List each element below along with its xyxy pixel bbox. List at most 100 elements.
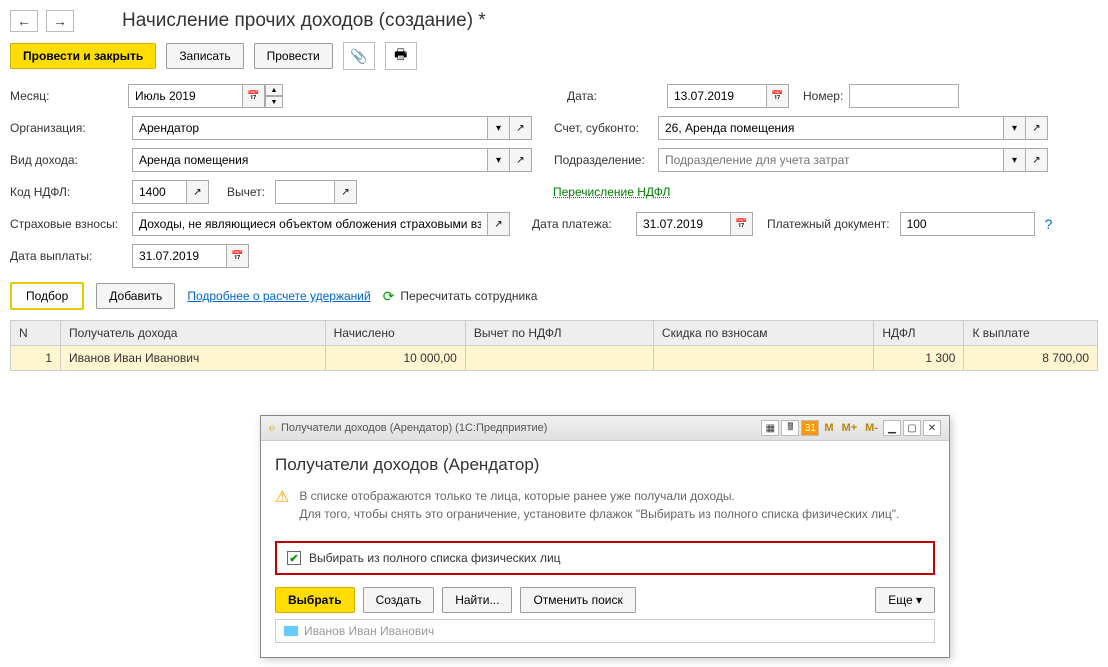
dialog-find-button[interactable]: Найти... [442, 587, 512, 613]
payment-doc-label: Платежный документ: [767, 217, 890, 231]
dialog-create-button[interactable]: Создать [363, 587, 435, 613]
payment-doc-input[interactable] [900, 212, 1035, 236]
table-header-row: N Получатель дохода Начислено Вычет по Н… [11, 321, 1098, 346]
month-input[interactable] [128, 84, 243, 108]
page-title: Начисление прочих доходов (создание) * [122, 10, 486, 32]
calendar-icon: 📅 [231, 251, 243, 262]
org-input[interactable] [132, 116, 488, 140]
checkbox-icon[interactable]: ✔ [287, 551, 301, 565]
list-item-text: Иванов Иван Иванович [304, 624, 434, 638]
titlebar-m-minus-button[interactable]: M- [862, 422, 881, 434]
ndfl-transfer-link[interactable]: Перечисление НДФЛ [553, 185, 670, 199]
help-icon[interactable]: ? [1045, 216, 1053, 232]
col-recipient[interactable]: Получатель дохода [61, 321, 326, 346]
ndfl-code-input[interactable] [132, 180, 187, 204]
titlebar-maximize-button[interactable]: ▢ [903, 420, 921, 436]
dialog-titlebar[interactable]: ℮ Получатели доходов (Арендатор) (1С:Пре… [261, 416, 949, 441]
contrib-open-button[interactable]: ↗ [488, 212, 510, 236]
dept-open-button[interactable]: ↗ [1026, 148, 1048, 172]
income-type-label: Вид дохода: [10, 153, 128, 167]
print-button[interactable]: 🖶 [385, 42, 417, 70]
open-icon: ↗ [516, 123, 524, 134]
refresh-icon: ⟳ [383, 288, 395, 305]
income-type-open-button[interactable]: ↗ [510, 148, 532, 172]
payout-date-input[interactable] [132, 244, 227, 268]
ndfl-code-label: Код НДФЛ: [10, 185, 128, 199]
payment-date-calendar-button[interactable]: 📅 [731, 212, 753, 236]
account-open-button[interactable]: ↗ [1026, 116, 1048, 140]
open-icon: ↗ [341, 187, 349, 198]
select-button[interactable]: Подбор [10, 282, 84, 310]
payout-date-calendar-button[interactable]: 📅 [227, 244, 249, 268]
payout-date-label: Дата выплаты: [10, 249, 128, 263]
dept-dropdown-button[interactable]: ▾ [1004, 148, 1026, 172]
deduction-open-button[interactable]: ↗ [335, 180, 357, 204]
income-type-dropdown-button[interactable]: ▾ [488, 148, 510, 172]
nav-forward-button[interactable]: → [46, 10, 74, 32]
open-icon: ↗ [193, 187, 201, 198]
titlebar-m-button[interactable]: M [821, 422, 836, 434]
recalc-button[interactable]: ⟳ Пересчитать сотрудника [383, 288, 538, 305]
spinner-down-icon[interactable]: ▼ [265, 96, 283, 108]
recipients-table: N Получатель дохода Начислено Вычет по Н… [10, 320, 1098, 371]
calc-details-link[interactable]: Подробнее о расчете удержаний [187, 289, 370, 303]
col-ndfl[interactable]: НДФЛ [874, 321, 964, 346]
cell-n: 1 [11, 346, 61, 371]
deduction-label: Вычет: [227, 185, 265, 199]
payment-date-input[interactable] [636, 212, 731, 236]
month-calendar-button[interactable]: 📅 [243, 84, 265, 108]
attach-button[interactable]: 📎 [343, 42, 375, 70]
date-calendar-button[interactable]: 📅 [767, 84, 789, 108]
submit-button[interactable]: Провести [254, 43, 333, 69]
payment-date-label: Дата платежа: [532, 217, 632, 231]
cell-recipient: Иванов Иван Иванович [61, 346, 326, 371]
ndfl-code-open-button[interactable]: ↗ [187, 180, 209, 204]
titlebar-m-plus-button[interactable]: M+ [839, 422, 861, 434]
col-ndfl-deduct[interactable]: Вычет по НДФЛ [465, 321, 653, 346]
deduction-input[interactable] [275, 180, 335, 204]
col-payout[interactable]: К выплате [964, 321, 1098, 346]
contrib-label: Страховые взносы: [10, 217, 128, 231]
col-contrib-disc[interactable]: Скидка по взносам [653, 321, 873, 346]
dialog-warning-text: В списке отображаются только те лица, ко… [299, 487, 899, 523]
account-label: Счет, субконто: [554, 121, 654, 135]
contrib-input[interactable] [132, 212, 488, 236]
org-open-button[interactable]: ↗ [510, 116, 532, 140]
dialog-select-button[interactable]: Выбрать [275, 587, 355, 613]
dialog-cancel-search-button[interactable]: Отменить поиск [520, 587, 635, 613]
org-label: Организация: [10, 121, 128, 135]
full-list-checkbox-row[interactable]: ✔ Выбирать из полного списка физических … [275, 541, 935, 575]
date-label: Дата: [567, 89, 667, 103]
income-type-input[interactable] [132, 148, 488, 172]
warning-icon: ⚠ [275, 487, 289, 523]
col-accrued[interactable]: Начислено [325, 321, 465, 346]
number-input[interactable] [849, 84, 959, 108]
dialog-list-item[interactable]: Иванов Иван Иванович [275, 619, 935, 643]
col-n[interactable]: N [11, 321, 61, 346]
nav-back-button[interactable]: ← [10, 10, 38, 32]
month-spinner[interactable]: ▲ ▼ [265, 84, 283, 108]
spinner-up-icon[interactable]: ▲ [265, 84, 283, 96]
table-row[interactable]: 1 Иванов Иван Иванович 10 000,00 1 300 8… [11, 346, 1098, 371]
org-dropdown-button[interactable]: ▾ [488, 116, 510, 140]
submit-close-button[interactable]: Провести и закрыть [10, 43, 156, 69]
save-button[interactable]: Записать [166, 43, 243, 69]
titlebar-grid-icon[interactable]: ▦ [761, 420, 779, 436]
cell-payout: 8 700,00 [964, 346, 1098, 371]
account-input[interactable] [658, 116, 1004, 140]
dialog-more-button[interactable]: Еще ▾ [875, 587, 935, 613]
recalc-label: Пересчитать сотрудника [400, 289, 537, 303]
dept-input[interactable] [658, 148, 1004, 172]
cell-contrib-disc [653, 346, 873, 371]
add-button[interactable]: Добавить [96, 283, 175, 309]
titlebar-calendar-icon[interactable]: 31 [801, 420, 819, 436]
date-input[interactable] [667, 84, 767, 108]
month-label: Месяц: [10, 89, 128, 103]
open-icon: ↗ [494, 219, 502, 230]
titlebar-close-button[interactable]: ✕ [923, 420, 941, 436]
titlebar-calc-icon[interactable]: 🖩 [781, 420, 799, 436]
account-dropdown-button[interactable]: ▾ [1004, 116, 1026, 140]
chevron-down-icon: ▾ [496, 123, 501, 134]
open-icon: ↗ [516, 155, 524, 166]
titlebar-minimize-button[interactable]: ▁ [883, 420, 901, 436]
